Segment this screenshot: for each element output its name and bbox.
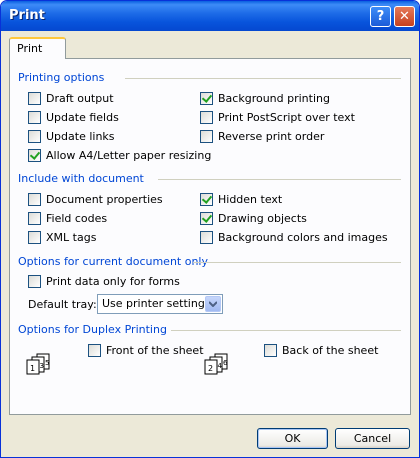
checkbox-icon — [28, 231, 41, 244]
divider — [125, 78, 401, 79]
group-options-duplex: Options for Duplex Printing — [18, 323, 167, 336]
xml-tags-label: XML tags — [46, 231, 97, 244]
checkbox-icon — [264, 344, 277, 357]
allow-a4-resizing-label: Allow A4/Letter paper resizing — [46, 149, 212, 162]
print-dialog: Print ? ✕ Print Printing options Draft o… — [0, 0, 420, 458]
update-links-label: Update links — [46, 130, 115, 143]
svg-text:5: 5 — [45, 359, 49, 367]
document-properties-label: Document properties — [46, 193, 163, 206]
duplex-back-pages-icon: 2 4 6 — [204, 353, 228, 375]
duplex-front-pages-icon: 1 3 5 — [26, 353, 50, 375]
print-postscript-checkbox[interactable]: Print PostScript over text — [200, 111, 355, 124]
window-title: Print — [9, 8, 45, 23]
front-of-sheet-label: Front of the sheet — [106, 344, 204, 357]
group-include-with-document: Include with document — [18, 172, 144, 185]
update-fields-checkbox[interactable]: Update fields — [28, 111, 119, 124]
checkbox-icon — [28, 111, 41, 124]
svg-text:3: 3 — [40, 362, 44, 370]
checkbox-icon — [200, 193, 213, 206]
help-button[interactable]: ? — [370, 6, 391, 27]
drawing-objects-label: Drawing objects — [218, 212, 307, 225]
draft-output-checkbox[interactable]: Draft output — [28, 92, 114, 105]
back-of-sheet-label: Back of the sheet — [282, 344, 379, 357]
cancel-button[interactable]: Cancel — [335, 428, 410, 449]
update-fields-label: Update fields — [46, 111, 119, 124]
back-of-sheet-checkbox[interactable]: Back of the sheet — [264, 344, 378, 357]
checkbox-icon — [200, 111, 213, 124]
group-options-current-document: Options for current document only — [18, 255, 209, 268]
checkbox-icon — [28, 149, 41, 162]
checkbox-icon — [28, 212, 41, 225]
svg-text:4: 4 — [218, 362, 223, 370]
allow-a4-resizing-checkbox[interactable]: Allow A4/Letter paper resizing — [28, 149, 211, 162]
svg-text:1: 1 — [30, 364, 35, 373]
background-colors-checkbox[interactable]: Background colors and images — [200, 231, 388, 244]
print-postscript-label: Print PostScript over text — [218, 111, 355, 124]
checkbox-icon — [28, 92, 41, 105]
print-data-only-checkbox[interactable]: Print data only for forms — [28, 275, 180, 288]
chevron-down-icon[interactable] — [205, 296, 221, 312]
background-printing-checkbox[interactable]: Background printing — [200, 92, 330, 105]
hidden-text-label: Hidden text — [218, 193, 283, 206]
default-tray-label: Default tray: — [28, 298, 97, 311]
svg-text:6: 6 — [223, 359, 228, 367]
divider — [158, 179, 401, 180]
group-printing-options: Printing options — [18, 71, 105, 84]
checkbox-icon — [28, 275, 41, 288]
checkbox-icon — [28, 193, 41, 206]
ok-button[interactable]: OK — [257, 428, 328, 449]
update-links-checkbox[interactable]: Update links — [28, 130, 115, 143]
default-tray-select[interactable]: Use printer settings — [97, 294, 223, 314]
hidden-text-checkbox[interactable]: Hidden text — [200, 193, 282, 206]
field-codes-label: Field codes — [46, 212, 108, 225]
default-tray-value: Use printer settings — [102, 297, 211, 310]
draft-output-label: Draft output — [46, 92, 114, 105]
checkbox-icon — [28, 130, 41, 143]
close-button[interactable]: ✕ — [394, 6, 415, 27]
field-codes-checkbox[interactable]: Field codes — [28, 212, 107, 225]
drawing-objects-checkbox[interactable]: Drawing objects — [200, 212, 307, 225]
xml-tags-checkbox[interactable]: XML tags — [28, 231, 96, 244]
reverse-print-order-checkbox[interactable]: Reverse print order — [200, 130, 324, 143]
front-of-sheet-checkbox[interactable]: Front of the sheet — [88, 344, 204, 357]
print-data-only-label: Print data only for forms — [46, 275, 180, 288]
checkbox-icon — [200, 231, 213, 244]
checkbox-icon — [200, 212, 213, 225]
checkbox-icon — [200, 92, 213, 105]
checkbox-icon — [200, 130, 213, 143]
divider — [171, 330, 401, 331]
document-properties-checkbox[interactable]: Document properties — [28, 193, 163, 206]
background-printing-label: Background printing — [218, 92, 330, 105]
title-bar: Print ? ✕ — [1, 1, 419, 31]
svg-text:2: 2 — [208, 364, 213, 373]
reverse-print-order-label: Reverse print order — [218, 130, 325, 143]
background-colors-label: Background colors and images — [218, 231, 388, 244]
tab-print[interactable]: Print — [9, 37, 66, 59]
checkbox-icon — [88, 344, 101, 357]
divider — [193, 262, 401, 263]
